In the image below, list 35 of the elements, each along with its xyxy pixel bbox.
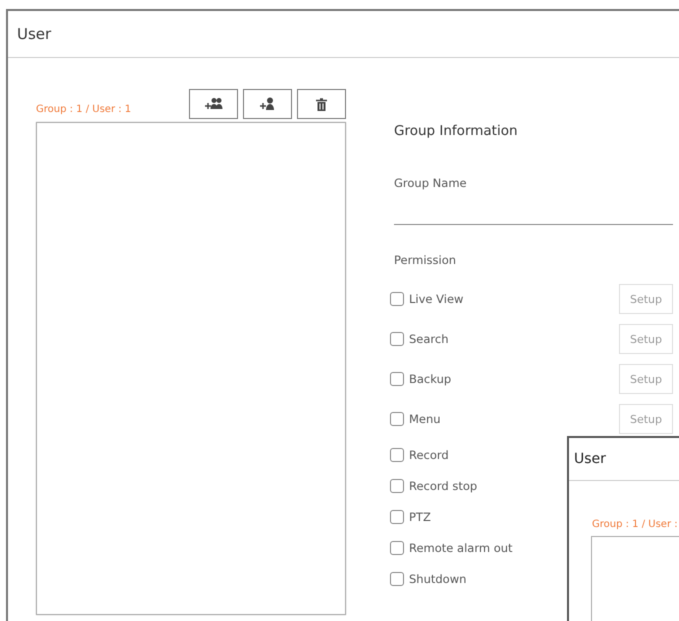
window-title: User	[17, 25, 52, 43]
checkbox-label: Shutdown	[409, 572, 466, 586]
checkbox[interactable]	[390, 372, 404, 386]
checkbox[interactable]	[390, 412, 404, 426]
checkbox-label: Backup	[409, 372, 452, 386]
setup-button[interactable]: Setup	[619, 324, 673, 354]
setup-button[interactable]: Setup	[619, 404, 673, 434]
checkbox-label: Live View	[409, 292, 464, 306]
setup-button[interactable]: Setup	[619, 364, 673, 394]
group-user-count: Group : 1 / User :	[592, 519, 679, 530]
add-group-button[interactable]	[189, 89, 238, 119]
field-label: Group Name	[394, 176, 468, 190]
window-title: User	[574, 451, 606, 467]
checkbox[interactable]	[390, 540, 404, 554]
add-user-icon	[260, 97, 276, 111]
checkbox-label: Menu	[409, 412, 441, 426]
trash-icon	[316, 98, 327, 110]
add-group-icon	[204, 97, 222, 111]
checkbox[interactable]	[390, 510, 404, 524]
checkbox[interactable]	[390, 478, 404, 492]
checkbox-label: Record stop	[409, 478, 478, 492]
checkbox[interactable]	[390, 572, 404, 586]
checkbox-label: Search	[409, 332, 449, 346]
delete-button[interactable]	[297, 89, 346, 119]
checkbox[interactable]	[390, 332, 404, 346]
group-user-count: Group : 1 / User : 1	[36, 104, 132, 117]
permission-label: Permission	[394, 253, 458, 267]
add-user-button[interactable]	[243, 89, 292, 119]
checkbox[interactable]	[390, 292, 404, 306]
checkbox-label: Record	[409, 448, 449, 462]
checkbox[interactable]	[390, 448, 404, 462]
checkbox-label: PTZ	[409, 510, 431, 524]
setup-button[interactable]: Setup	[619, 284, 673, 314]
section-heading: Group Information	[394, 123, 519, 139]
checkbox-label: Remote alarm out	[409, 540, 513, 554]
